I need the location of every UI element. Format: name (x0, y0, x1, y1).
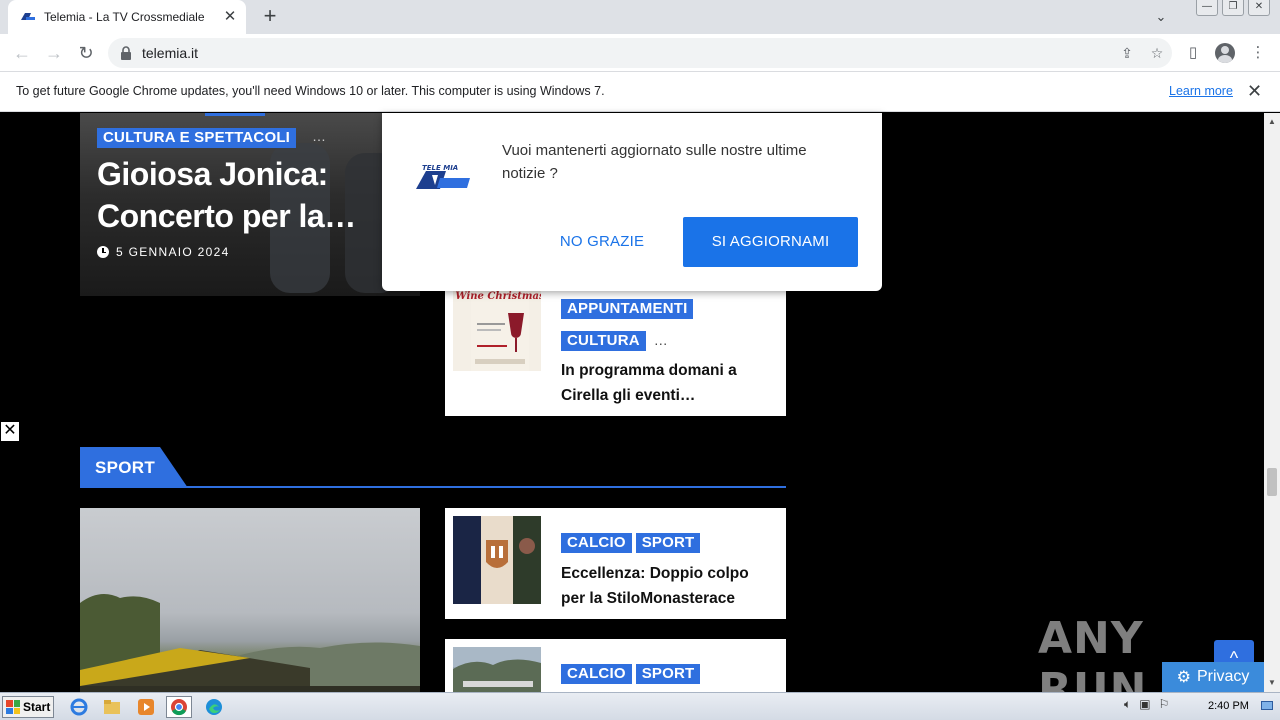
window-close-button[interactable]: ✕ (1248, 0, 1270, 16)
file-explorer-icon[interactable] (99, 696, 125, 718)
sport-section-header: SPORT (80, 447, 786, 488)
network-icon[interactable]: ▣ (1139, 697, 1150, 712)
side-close-icon[interactable]: ✕ (0, 421, 20, 442)
sport-section-label[interactable]: SPORT (95, 458, 155, 478)
url-text: telemia.it (142, 45, 199, 61)
prompt-message: Vuoi mantenerti aggiornato sulle nostre … (502, 142, 807, 182)
edge-icon[interactable] (201, 696, 227, 718)
svg-text:TELE MIA: TELE MIA (422, 164, 458, 172)
chrome-taskbar-icon[interactable] (166, 696, 192, 718)
taskbar-clock[interactable]: 2:40 PM (1208, 700, 1249, 712)
scroll-down-arrow-icon[interactable]: ▼ (1268, 678, 1276, 687)
hero-category-badge[interactable]: CULTURA E SPETTACOLI (97, 128, 297, 148)
back-button[interactable]: ← (10, 41, 34, 65)
browser-tab[interactable]: Telemia - La TV Crossmediale ✕ (8, 0, 246, 34)
forward-button[interactable]: → (42, 41, 66, 65)
card-2-category-2[interactable]: SPORT (635, 533, 701, 553)
article-card-3[interactable]: CALCIO SPORT (445, 639, 786, 692)
side-panel-icon[interactable]: ▯ (1182, 42, 1204, 64)
tab-strip: Telemia - La TV Crossmediale ✕ + ⌄ — ❐ ✕ (0, 0, 1280, 34)
privacy-button[interactable]: ⚙ Privacy (1162, 662, 1264, 692)
new-tab-button[interactable]: + (258, 5, 282, 29)
card-1-thumb-text: Wine Christmas (455, 291, 541, 302)
page-scrollbar[interactable]: ▲ ▼ (1264, 113, 1280, 692)
profile-avatar-icon[interactable] (1215, 43, 1235, 63)
hero-title[interactable]: Gioiosa Jonica: Concerto per la… (97, 153, 417, 237)
tab-search-icon[interactable]: ⌄ (1150, 6, 1172, 28)
privacy-label: Privacy (1196, 668, 1250, 685)
infobar-close-icon[interactable]: ✕ (1247, 81, 1262, 102)
infobar-message: To get future Google Chrome updates, you… (16, 84, 605, 98)
media-player-icon[interactable] (133, 696, 159, 718)
card-1-thumbnail[interactable]: Wine Christmas (453, 283, 541, 371)
notification-prompt: TELE MIA Vuoi mantenerti aggiornato sull… (382, 113, 882, 291)
hero-date-text: 5 GENNAIO 2024 (116, 245, 230, 259)
card-2-thumbnail[interactable] (453, 516, 541, 604)
card-2-title[interactable]: Eccellenza: Doppio colpo per la StiloMon… (561, 561, 776, 611)
reload-button[interactable]: ↻ (74, 41, 98, 65)
scrollbar-thumb[interactable] (1267, 468, 1277, 496)
hero-more-dots: … (312, 128, 326, 144)
hero-date: 5 GENNAIO 2024 (97, 245, 230, 259)
windows-logo-icon (6, 700, 20, 714)
card-1-badges: APPUNTAMENTI CULTURA … (561, 299, 776, 363)
minimize-button[interactable]: — (1196, 0, 1218, 16)
browser-toolbar: ← → ↻ telemia.it ⇪ ☆ ▯ ⋮ (0, 34, 1280, 72)
telemia-favicon-icon (20, 9, 36, 25)
sport-hero-image[interactable] (80, 508, 420, 692)
volume-icon[interactable]: 🔈︎ (1124, 697, 1131, 712)
subscribe-button[interactable]: SI AGGIORNAMI (683, 217, 858, 267)
action-center-flag-icon[interactable]: ⚐ (1159, 697, 1170, 712)
restore-button[interactable]: ❐ (1222, 0, 1244, 16)
tab-title: Telemia - La TV Crossmediale (44, 10, 205, 24)
lock-icon (121, 46, 131, 60)
show-desktop-icon[interactable] (1260, 697, 1274, 715)
card-1-more-dots: … (653, 332, 668, 348)
internet-explorer-icon[interactable] (66, 696, 92, 718)
address-bar[interactable]: telemia.it ⇪ ☆ (108, 38, 1172, 68)
card-3-category-1[interactable]: CALCIO (561, 664, 632, 684)
start-button[interactable]: Start (2, 696, 54, 718)
article-card-2[interactable]: CALCIO SPORT Eccellenza: Doppio colpo per… (445, 508, 786, 619)
hero-accent-bar (205, 113, 265, 116)
card-2-category-1[interactable]: CALCIO (561, 533, 632, 553)
card-3-category-2[interactable]: SPORT (635, 664, 701, 684)
card-3-thumbnail[interactable] (453, 647, 541, 692)
share-icon[interactable]: ⇪ (1112, 45, 1142, 62)
bookmark-star-icon[interactable]: ☆ (1142, 45, 1172, 62)
card-1-category-2[interactable]: CULTURA (561, 331, 646, 351)
telemia-logo: TELE MIA (416, 164, 470, 189)
start-label: Start (23, 700, 51, 714)
menu-kebab-icon[interactable]: ⋮ (1247, 42, 1269, 64)
system-tray: 🔈︎ ▣ ⚐ (1124, 697, 1169, 712)
update-infobar: To get future Google Chrome updates, you… (0, 72, 1280, 112)
no-thanks-button[interactable]: NO GRAZIE (542, 217, 662, 267)
clock-icon (97, 246, 109, 258)
window-controls: — ❐ ✕ (1196, 0, 1270, 16)
hero-article[interactable]: CULTURA E SPETTACOLI … Gioiosa Jonica: C… (80, 113, 420, 296)
scroll-up-arrow-icon[interactable]: ▲ (1268, 117, 1276, 126)
tab-close-icon[interactable]: ✕ (222, 9, 238, 25)
learn-more-link[interactable]: Learn more (1169, 84, 1233, 98)
card-1-category-1[interactable]: APPUNTAMENTI (561, 299, 694, 319)
gear-icon: ⚙ (1176, 669, 1191, 686)
card-1-title[interactable]: In programma domani a Cirella gli eventi… (561, 358, 776, 408)
card-3-badges: CALCIO SPORT (561, 664, 704, 692)
windows-taskbar: Start 🔈︎ ▣ ⚐ 2:40 PM (0, 692, 1280, 720)
